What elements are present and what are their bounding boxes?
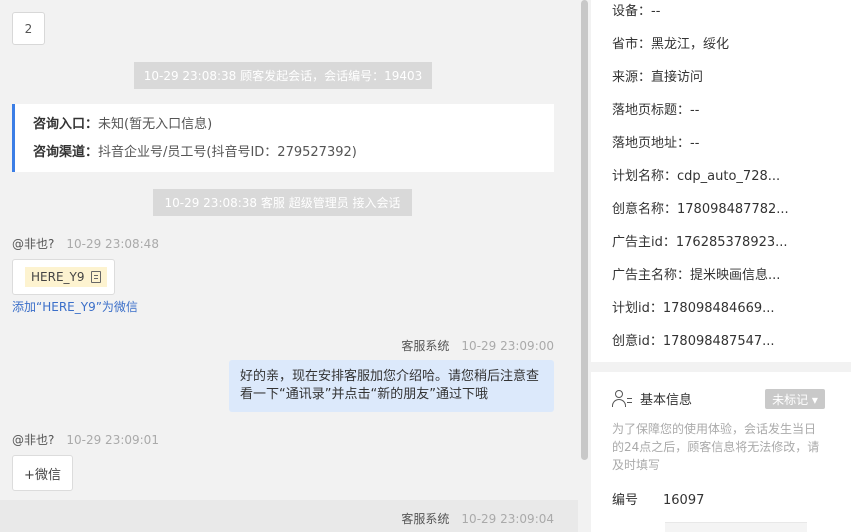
field-creative-id: 创意id：178098487547... bbox=[612, 330, 847, 349]
copy-text-tag[interactable]: HERE_Y9 bbox=[25, 267, 107, 287]
consult-channel-row: 咨询渠道：抖音企业号/员工号(抖音号ID：279527392) bbox=[33, 142, 554, 170]
consult-entry-value: 未知(暂无入口信息) bbox=[98, 117, 213, 132]
field-advertiser-id: 广告主id：176285378923... bbox=[612, 231, 847, 250]
field-value: 直接访问 bbox=[651, 70, 704, 85]
chat-scroll-thumb[interactable] bbox=[581, 0, 588, 460]
field-label: 广告主id： bbox=[612, 235, 676, 250]
next-field-input[interactable] bbox=[665, 522, 807, 532]
basic-info-header: 基本信息 bbox=[612, 389, 692, 408]
sender-name: @非也? bbox=[12, 433, 55, 447]
field-label: 广告主名称： bbox=[612, 268, 691, 283]
message-time: 10-29 23:09:04 bbox=[461, 512, 554, 526]
chat-pane: 2 10-29 23:08:38 顾客发起会话，会话编号：19403 咨询入口：… bbox=[0, 0, 578, 532]
consult-entry-label: 咨询入口： bbox=[33, 117, 99, 132]
sender-name: 客服系统 bbox=[401, 339, 450, 353]
field-label: 创意名称： bbox=[612, 202, 678, 217]
message-sender-line: 客服系统 10-29 23:09:00 bbox=[401, 337, 554, 354]
agent-message-bubble: 好的亲，现在安排客服加您介绍哈。请您稍后注意查看一下“通讯录”并点击“新的朋友”… bbox=[229, 360, 554, 412]
id-label: 编号 bbox=[612, 493, 639, 508]
field-value: 176285378923... bbox=[675, 235, 788, 250]
tag-dropdown-button[interactable]: 未标记 ▾ bbox=[765, 389, 825, 409]
customer-id-row: 编号 16097 bbox=[612, 489, 704, 508]
sender-name: 客服系统 bbox=[401, 512, 450, 526]
session-start-notice: 10-29 23:08:38 顾客发起会话，会话编号：19403 bbox=[134, 62, 432, 89]
message-count-box[interactable]: 2 bbox=[12, 12, 45, 45]
field-advertiser-name: 广告主名称：提米映画信息... bbox=[612, 264, 847, 283]
field-plan-id: 计划id：178098484669... bbox=[612, 297, 847, 316]
id-value: 16097 bbox=[663, 493, 705, 508]
edit-hint: 为了保障您的使用体验，会话发生当日的24点之后，顾客信息将无法修改，请及时填写 bbox=[612, 422, 820, 472]
sender-name: @非也? bbox=[12, 237, 55, 251]
field-province-city: 省市：黑龙江，绥化 bbox=[612, 33, 847, 52]
consult-info-card: 咨询入口：未知(暂无入口信息) 咨询渠道：抖音企业号/员工号(抖音号ID：279… bbox=[12, 104, 554, 172]
field-label: 来源： bbox=[612, 70, 652, 85]
field-device: 设备：-- bbox=[612, 0, 847, 19]
consult-channel-label: 咨询渠道： bbox=[33, 145, 99, 160]
message-sender-line: @非也? 10-29 23:09:01 bbox=[12, 431, 159, 448]
field-label: 落地页标题： bbox=[612, 103, 691, 118]
field-value: 178098484669... bbox=[662, 301, 775, 316]
section-divider bbox=[591, 362, 851, 372]
field-label: 计划名称： bbox=[612, 169, 678, 184]
field-source: 来源：直接访问 bbox=[612, 66, 847, 85]
field-value: 178098487782... bbox=[677, 202, 789, 217]
field-value: -- bbox=[690, 136, 700, 151]
customer-info-panel: 设备：-- 省市：黑龙江，绥化 来源：直接访问 落地页标题：-- 落地页地址：-… bbox=[591, 0, 851, 532]
field-value: -- bbox=[690, 103, 700, 118]
add-wechat-button[interactable]: +微信 bbox=[12, 455, 73, 491]
message-time: 10-29 23:09:00 bbox=[461, 339, 554, 353]
agent-join-notice: 10-29 23:08:38 客服 超级管理员 接入会话 bbox=[153, 189, 412, 216]
chat-scrollbar[interactable] bbox=[578, 0, 591, 532]
copy-text-bubble: HERE_Y9 bbox=[12, 259, 115, 295]
field-value: 178098487547... bbox=[662, 334, 775, 349]
field-landing-url: 落地页地址：-- bbox=[612, 132, 847, 151]
copy-icon[interactable] bbox=[90, 271, 101, 283]
field-label: 计划id： bbox=[612, 301, 663, 316]
message-time: 10-29 23:09:01 bbox=[66, 433, 159, 447]
consult-channel-value: 抖音企业号/员工号(抖音号ID：279527392) bbox=[98, 145, 357, 160]
add-wechat-link[interactable]: 添加“HERE_Y9”为微信 bbox=[12, 298, 138, 315]
field-value: 黑龙江，绥化 bbox=[651, 37, 730, 52]
field-plan-name: 计划名称：cdp_auto_728... bbox=[612, 165, 847, 184]
message-time: 10-29 23:08:48 bbox=[66, 237, 159, 251]
field-label: 设备： bbox=[612, 4, 652, 19]
basic-info-title: 基本信息 bbox=[640, 393, 693, 408]
copy-text: HERE_Y9 bbox=[31, 270, 85, 284]
field-label: 落地页地址： bbox=[612, 136, 691, 151]
consult-entry-row: 咨询入口：未知(暂无入口信息) bbox=[33, 114, 554, 142]
field-value: -- bbox=[651, 4, 661, 19]
user-info-icon bbox=[612, 389, 632, 408]
field-value: cdp_auto_728... bbox=[677, 169, 781, 184]
message-sender-line: 客服系统 10-29 23:09:04 bbox=[401, 510, 554, 527]
field-label: 省市： bbox=[612, 37, 652, 52]
message-sender-line: @非也? 10-29 23:08:48 bbox=[12, 235, 159, 252]
field-value: 提米映画信息... bbox=[690, 268, 781, 283]
field-creative-name: 创意名称：178098487782... bbox=[612, 198, 847, 217]
field-landing-title: 落地页标题：-- bbox=[612, 99, 847, 118]
field-label: 创意id： bbox=[612, 334, 663, 349]
